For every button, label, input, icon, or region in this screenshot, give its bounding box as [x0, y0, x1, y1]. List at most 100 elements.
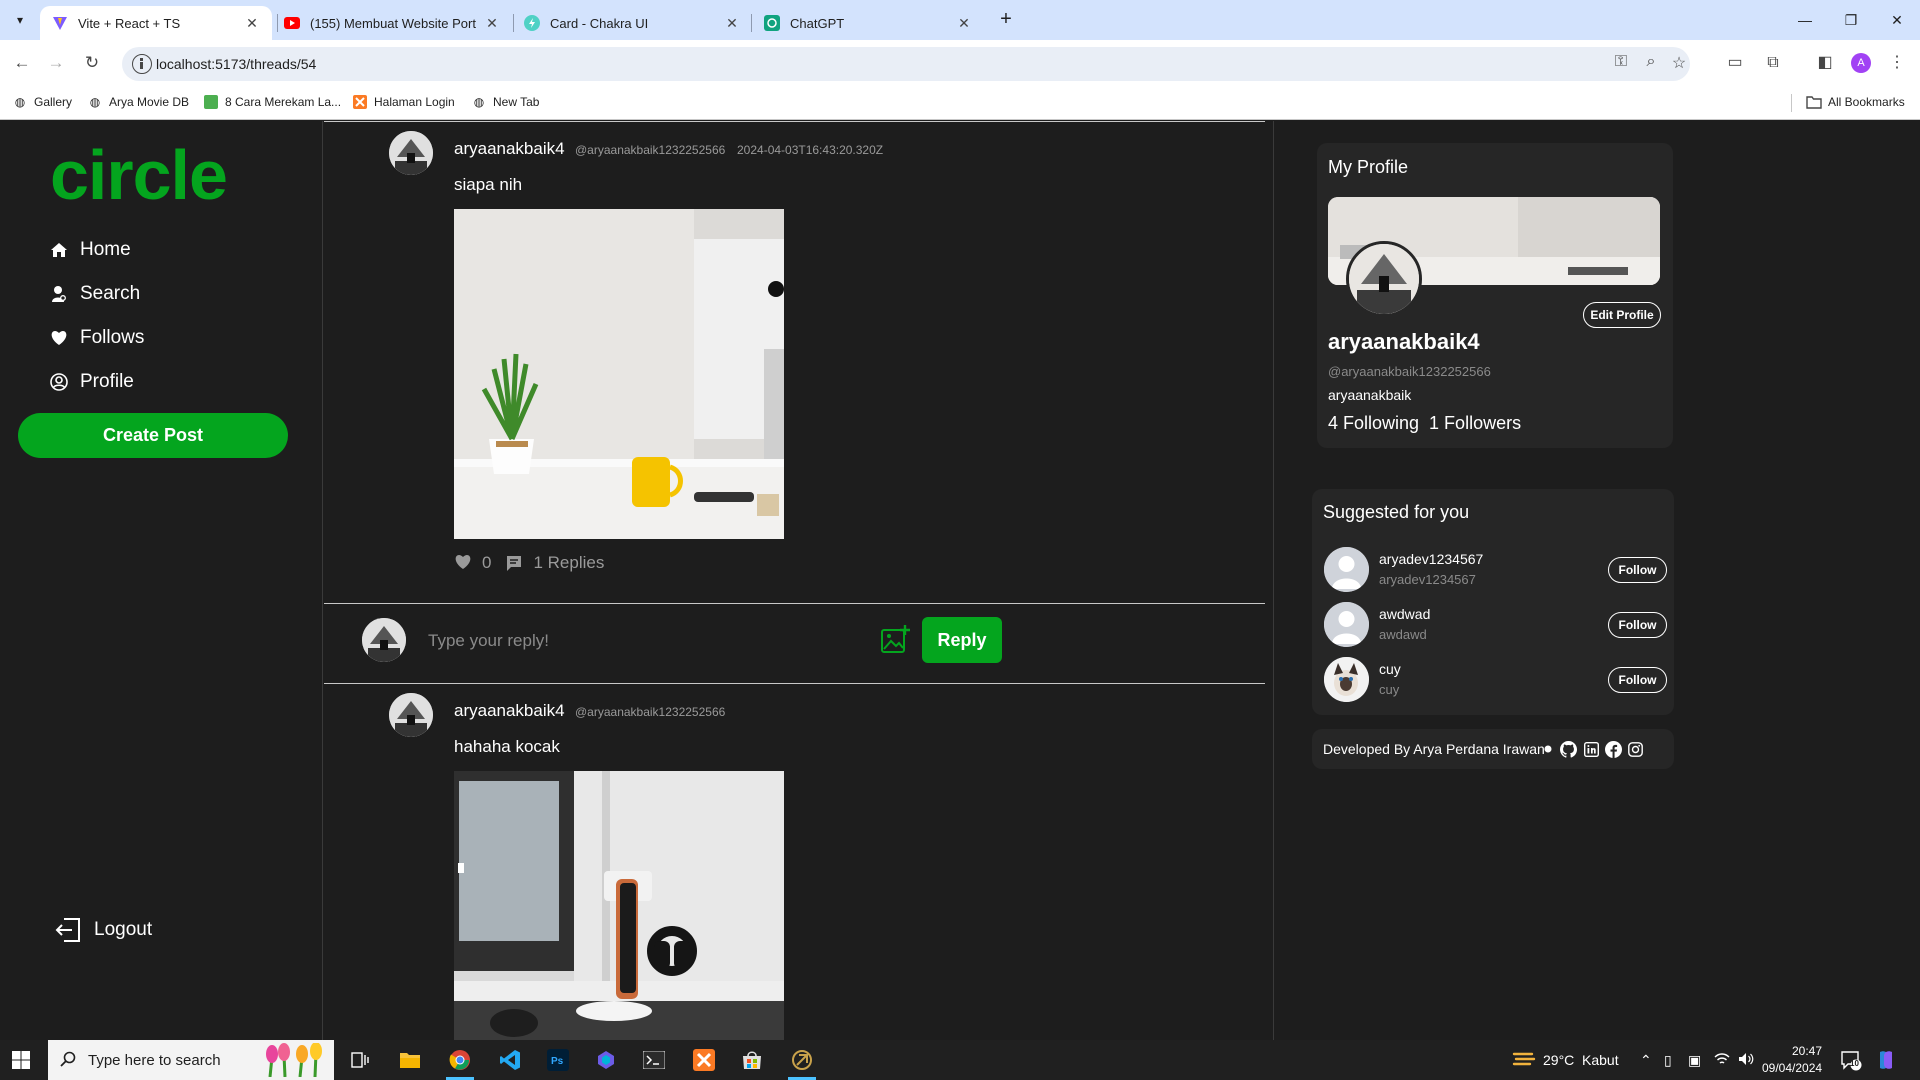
app-launcher-icon[interactable]: [782, 1044, 822, 1080]
avatar[interactable]: [1324, 547, 1369, 592]
follow-button[interactable]: Follow: [1608, 557, 1667, 583]
chrome-icon[interactable]: [440, 1044, 480, 1080]
suggested-name[interactable]: aryadev1234567: [1379, 551, 1483, 567]
tab-vite[interactable]: Vite + React + TS ✕: [40, 6, 272, 40]
cast-icon[interactable]: ▭: [1724, 52, 1746, 74]
bookmark-cara-merekam[interactable]: 8 Cara Merekam La...: [203, 94, 341, 110]
close-icon[interactable]: ✕: [244, 15, 260, 32]
follow-button[interactable]: Follow: [1608, 667, 1667, 693]
avatar[interactable]: [1324, 602, 1369, 647]
like-heart-icon[interactable]: [454, 554, 472, 572]
forward-icon[interactable]: →: [44, 51, 68, 75]
close-icon[interactable]: ✕: [724, 15, 740, 32]
reply-author[interactable]: aryaanakbaik4: [454, 701, 565, 721]
new-tab-button[interactable]: +: [994, 8, 1018, 32]
windows-start-icon[interactable]: [12, 1051, 30, 1069]
thread-image[interactable]: [454, 209, 784, 539]
facebook-icon[interactable]: [1604, 740, 1622, 758]
close-icon[interactable]: ✕: [956, 15, 972, 32]
xampp-icon[interactable]: [684, 1044, 724, 1076]
comment-icon[interactable]: [505, 554, 523, 572]
tab-title: (155) Membuat Website Portfoli: [310, 15, 476, 31]
thread-author[interactable]: aryaanakbaik4: [454, 139, 565, 159]
reply-count[interactable]: 1 Replies: [533, 553, 604, 573]
following-count[interactable]: 4 Following: [1328, 413, 1419, 433]
display-icon[interactable]: ▣: [1688, 1052, 1701, 1069]
follow-button[interactable]: Follow: [1608, 612, 1667, 638]
volume-icon[interactable]: [1738, 1052, 1754, 1069]
edit-profile-button[interactable]: Edit Profile: [1583, 302, 1661, 328]
taskbar-clock[interactable]: 20:47 09/04/2024: [1762, 1043, 1822, 1077]
file-explorer-icon[interactable]: [390, 1044, 430, 1076]
password-key-icon[interactable]: ⚿: [1610, 53, 1632, 71]
close-icon[interactable]: ✕: [484, 15, 500, 32]
address-bar[interactable]: localhost:5173/threads/54 ⚿ ⌕ ☆: [122, 47, 1690, 81]
all-bookmarks-button[interactable]: All Bookmarks: [1806, 94, 1905, 110]
close-window-button[interactable]: ✕: [1874, 0, 1920, 40]
reply-button[interactable]: Reply: [922, 617, 1002, 663]
copilot-icon[interactable]: [586, 1044, 626, 1076]
app-logo[interactable]: circle: [50, 135, 228, 215]
bookmark-label: New Tab: [493, 95, 540, 109]
minimize-button[interactable]: —: [1782, 0, 1828, 40]
bookmark-new-tab[interactable]: ◍ New Tab: [471, 94, 540, 110]
task-view-icon[interactable]: [340, 1044, 380, 1076]
sidebar-item-profile[interactable]: Profile: [50, 371, 134, 393]
create-post-button[interactable]: Create Post: [18, 413, 288, 458]
restore-button[interactable]: ❐: [1828, 0, 1874, 40]
bookmark-arya-movie-db[interactable]: ◍ Arya Movie DB: [87, 94, 189, 110]
zoom-icon[interactable]: ⌕: [1640, 53, 1662, 71]
reply-input[interactable]: [428, 623, 868, 659]
avatar[interactable]: [389, 693, 433, 737]
store-icon[interactable]: [732, 1044, 772, 1076]
tab-chatgpt[interactable]: ChatGPT ✕: [752, 6, 984, 40]
avatar[interactable]: [389, 131, 433, 175]
terminal-icon[interactable]: [634, 1044, 674, 1076]
vite-icon: [52, 15, 68, 31]
url-text[interactable]: localhost:5173/threads/54: [156, 56, 316, 72]
reply-image[interactable]: [454, 771, 784, 1040]
bookmark-halaman-login[interactable]: Halaman Login: [352, 94, 455, 110]
profile-name: aryaanakbaik4: [1328, 329, 1480, 354]
reload-icon[interactable]: ↻: [80, 51, 104, 75]
bookmark-gallery[interactable]: ◍ Gallery: [12, 94, 72, 110]
battery-icon[interactable]: ▯: [1664, 1052, 1672, 1069]
weather-temp[interactable]: 29°C: [1543, 1052, 1574, 1068]
suggested-name[interactable]: cuy: [1379, 661, 1401, 677]
sidebar-item-search[interactable]: Search: [50, 283, 140, 305]
card-title: Suggested for you: [1323, 502, 1470, 522]
image-upload-icon[interactable]: [880, 624, 910, 654]
suggested-name[interactable]: awdwad: [1379, 606, 1430, 622]
weather-condition[interactable]: Kabut: [1582, 1052, 1619, 1068]
back-icon[interactable]: ←: [10, 51, 34, 75]
profile-avatar-icon[interactable]: A: [1851, 53, 1871, 73]
instagram-icon[interactable]: [1626, 740, 1644, 758]
reply-form: Reply: [324, 603, 1265, 683]
menu-kebab-icon[interactable]: ⋮: [1886, 52, 1908, 74]
bookmark-star-icon[interactable]: ☆: [1668, 53, 1690, 73]
followers-count[interactable]: 1 Followers: [1429, 413, 1521, 433]
tab-chakra[interactable]: Card - Chakra UI ✕: [512, 6, 752, 40]
linkedin-icon[interactable]: [1582, 740, 1600, 758]
sidebar-item-home[interactable]: Home: [50, 239, 131, 261]
weather-icon[interactable]: [1512, 1048, 1536, 1073]
vscode-icon[interactable]: [490, 1044, 530, 1076]
site-info-icon[interactable]: [132, 54, 152, 74]
sidebar-item-follows[interactable]: Follows: [50, 327, 144, 349]
wifi-icon[interactable]: [1714, 1052, 1730, 1069]
tab-youtube[interactable]: (155) Membuat Website Portfoli ✕: [272, 6, 512, 40]
copilot-tray-icon[interactable]: [1874, 1048, 1898, 1075]
chevron-up-icon[interactable]: ⌃: [1640, 1052, 1652, 1069]
profile-avatar[interactable]: [1346, 241, 1422, 317]
photoshop-icon[interactable]: Ps: [538, 1044, 578, 1076]
taskbar-search[interactable]: Type here to search: [48, 1040, 334, 1080]
tab-search-icon[interactable]: ▾: [8, 8, 32, 32]
avatar[interactable]: [1324, 657, 1369, 702]
profile-bio: aryaanakbaik: [1328, 387, 1412, 403]
extensions-icon[interactable]: ⧉: [1762, 52, 1784, 74]
notification-icon[interactable]: 10: [1840, 1049, 1862, 1074]
globe-icon: ◍: [14, 95, 26, 109]
github-icon[interactable]: [1559, 740, 1577, 758]
side-panel-icon[interactable]: ◧: [1814, 52, 1836, 74]
logout-button[interactable]: Logout: [54, 917, 152, 943]
